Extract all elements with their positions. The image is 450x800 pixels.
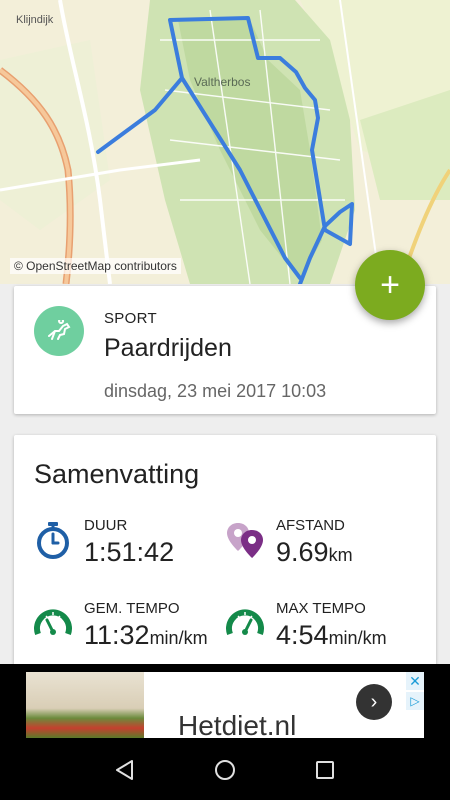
speedometer-icon [34,609,72,636]
back-button[interactable] [110,756,140,784]
plus-icon: + [380,266,400,304]
add-fab-button[interactable]: + [355,250,425,320]
sport-kicker: SPORT [104,310,157,327]
stat-max-pace-value: 4:54min/km [276,620,387,650]
route-map[interactable]: Klijndijk Valtherbos © OpenStreetMap con… [0,0,450,284]
system-nav-bar [0,740,450,800]
stat-distance-label: AFSTAND [276,517,345,534]
sport-date: dinsdag, 23 mei 2017 10:03 [104,381,327,401]
recent-apps-icon [316,761,334,779]
ad-next-button[interactable]: › [356,684,392,720]
horse-riding-icon [48,320,71,340]
ad-content[interactable]: Hetdiet.nl › [26,672,424,738]
stat-distance: AFSTAND 9.69km [226,517,426,577]
stat-duration-label: DUUR [84,517,128,534]
summary-title: Samenvatting [34,459,200,489]
back-icon [116,760,133,780]
sport-avatar [34,306,84,356]
ad-choices-icon[interactable]: ▷ [406,692,424,710]
home-button[interactable] [210,756,240,784]
stopwatch-icon [37,522,69,559]
summary-card: Samenvatting DUUR 1:51:42 AFSTAND 9.69km [14,435,436,675]
recent-apps-button[interactable] [310,756,340,784]
stat-distance-value: 9.69km [276,537,353,567]
ad-banner[interactable]: Hetdiet.nl › [0,664,450,740]
sport-name: Paardrijden [104,334,232,362]
stat-avg-pace-value: 11:32min/km [84,620,208,650]
map-attribution[interactable]: © OpenStreetMap contributors [10,258,181,274]
map-forest-label: Valtherbos [194,75,251,89]
stat-duration-value: 1:51:42 [84,537,175,567]
stat-avg-pace: GEM. TEMPO 11:32min/km [34,600,234,660]
speedometer-icon [226,609,264,636]
stat-max-pace: MAX TEMPO 4:54min/km [226,600,426,660]
ad-image[interactable] [26,672,144,738]
map-graphic [0,0,450,284]
map-pin-icon [227,523,263,558]
ad-text[interactable]: Hetdiet.nl [178,710,296,738]
stat-avg-pace-label: GEM. TEMPO [84,600,180,617]
ad-close-icon[interactable]: ✕ [406,672,424,690]
map-town-label: Klijndijk [16,14,54,26]
stat-max-pace-label: MAX TEMPO [276,600,366,617]
stat-duration: DUUR 1:51:42 [34,517,234,577]
screen: Klijndijk Valtherbos © OpenStreetMap con… [0,0,450,800]
home-icon [215,760,235,780]
